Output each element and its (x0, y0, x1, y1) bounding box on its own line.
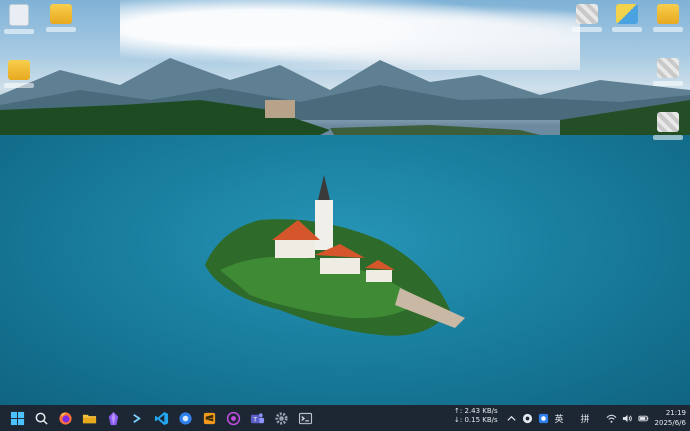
desktop-icon-label (572, 27, 602, 32)
desktop-icon[interactable] (2, 60, 36, 96)
desktop-icon[interactable] (2, 4, 36, 40)
firefox-button[interactable] (54, 407, 76, 429)
volume-button[interactable] (619, 410, 635, 426)
folder-icon (657, 4, 679, 24)
desktop-wallpaper (0, 0, 690, 405)
desktop-icon-label (653, 135, 683, 140)
search-icon (35, 412, 48, 425)
wifi-icon (606, 414, 616, 423)
desktop-icon[interactable] (651, 4, 685, 40)
terminal-button[interactable] (294, 407, 316, 429)
app-blue-button[interactable] (174, 407, 196, 429)
desktop-icon-label (653, 27, 683, 32)
gear-icon (274, 411, 288, 425)
clock-time: 21:19 (665, 409, 686, 417)
desktop-icon-label (4, 29, 34, 34)
firefox-icon (58, 411, 72, 425)
tray-spacer (593, 410, 603, 426)
system-tray: 英 拼 (503, 405, 651, 431)
ime-language-button[interactable]: 英 (551, 410, 567, 426)
teams-icon: T (250, 412, 264, 423)
obsidian-button[interactable] (102, 407, 124, 429)
ime-mode-button[interactable]: 拼 (577, 410, 593, 426)
pixel-icon (576, 4, 598, 24)
desktop-icon-label (612, 27, 642, 32)
vscode-icon (154, 411, 168, 425)
terminal-prompt-icon (132, 413, 141, 423)
pixel-icon (657, 58, 679, 78)
show-hidden-icons-button[interactable] (503, 410, 519, 426)
pixel-icon (657, 112, 679, 132)
network-speed-meter[interactable]: ↑: 2.43 KB/s ↓: 0.15 KB/s (454, 407, 502, 425)
teams-button[interactable]: T (246, 407, 268, 429)
clock-date: 2025/6/6 (654, 419, 686, 427)
sublime-button[interactable] (198, 407, 220, 429)
terminal-icon (298, 412, 312, 424)
folder-icon (50, 4, 72, 24)
obsidian-icon (108, 411, 118, 425)
powershell-button[interactable] (126, 407, 148, 429)
upload-speed: ↑: 2.43 KB/s (454, 407, 498, 415)
svg-text:T: T (253, 416, 257, 423)
vscode-button[interactable] (150, 407, 172, 429)
settings-button[interactable] (270, 407, 292, 429)
media-button[interactable] (222, 407, 244, 429)
shield-icon (538, 413, 548, 423)
tray-app-button[interactable] (519, 410, 535, 426)
blue-circle-icon (178, 411, 192, 425)
desktop-icon[interactable] (610, 4, 644, 40)
desktop-icon[interactable] (651, 112, 685, 148)
download-speed: ↓: 0.15 KB/s (454, 416, 498, 424)
wallpaper-island-church (205, 175, 465, 336)
wifi-button[interactable] (603, 410, 619, 426)
chat-bubble-icon (522, 413, 532, 423)
folder-icon (8, 60, 30, 80)
desktop-icon[interactable] (570, 4, 604, 40)
desktop-icon-label (4, 83, 34, 88)
tray-spacer (567, 410, 577, 426)
speaker-icon (622, 414, 632, 422)
tray-app-button[interactable] (535, 410, 551, 426)
start-button[interactable] (6, 407, 28, 429)
record-icon (226, 411, 240, 425)
sublime-icon (203, 412, 215, 424)
desktop-icon[interactable] (651, 58, 685, 94)
chevron-up-icon (506, 415, 516, 421)
folder-icon (616, 4, 638, 24)
windows-logo-icon (10, 411, 24, 425)
doc-icon (9, 4, 29, 26)
folder-icon (82, 414, 96, 423)
taskbar-clock[interactable]: 21:19 2025/6/6 (636, 408, 686, 428)
file-explorer-button[interactable] (78, 407, 100, 429)
desktop-icon-label (46, 27, 76, 32)
desktop-icon[interactable] (44, 4, 78, 40)
desktop-icon-label (653, 81, 683, 86)
search-button[interactable] (30, 407, 52, 429)
